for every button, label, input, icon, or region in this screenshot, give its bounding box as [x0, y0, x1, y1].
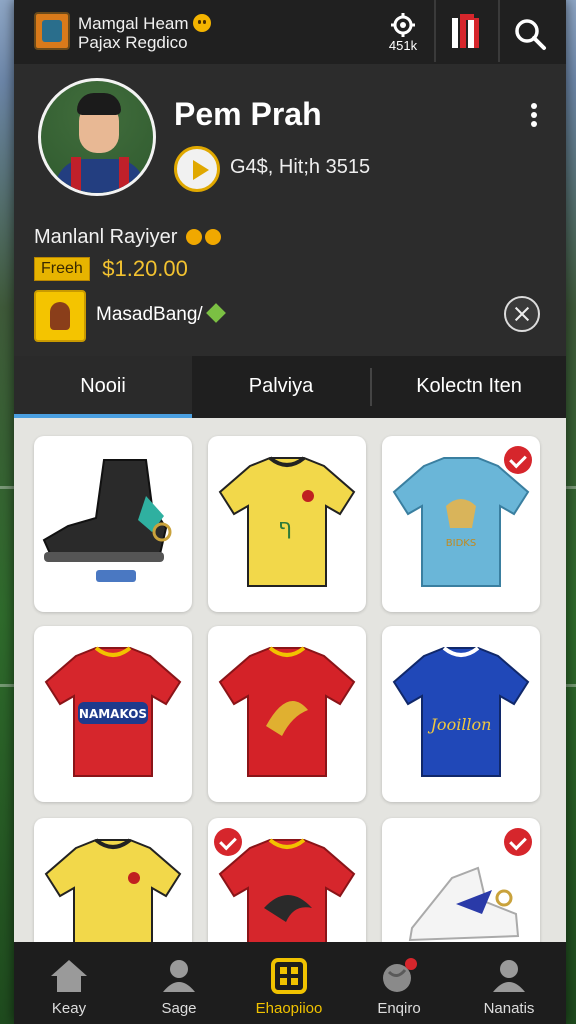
tab-bar: Nooii Palviya Kolectn Iten [14, 356, 566, 418]
more-options-button[interactable] [522, 100, 546, 132]
gear-icon [391, 13, 415, 37]
product-grid: ף BIDKS NAMAKOS Jooillon [14, 418, 566, 942]
grid-icon [271, 958, 307, 994]
app-window: Mamgal Heam Pajax Regdico 451k Pem Prah … [14, 0, 566, 1024]
profile-name: Pem Prah [174, 96, 322, 132]
jersey-icon [218, 646, 356, 777]
nav-label: Ehaopiioo [255, 1000, 323, 1017]
tab-nooii[interactable]: Nooii [14, 356, 192, 418]
play-text: G4$, Hit;h 3515 [230, 156, 371, 178]
bottom-navigation: Keay Sage Ehaopiioo Enqiro Nanatis [14, 942, 566, 1024]
jersey-icon: Jooillon [392, 646, 530, 777]
settings-count: 451k [388, 38, 418, 53]
nav-label: Nanatis [483, 1000, 535, 1017]
nav-label: Sage [161, 1000, 197, 1017]
team-label: MasadBang/ [96, 303, 226, 326]
nav-nanatis[interactable]: Nanatis [454, 942, 564, 1024]
nav-keay[interactable]: Keay [14, 942, 124, 1024]
player-subtitle: Manlanl Rayiyer [34, 226, 221, 249]
sparkle-icon [205, 303, 226, 323]
nav-sage[interactable]: Sage [124, 942, 234, 1024]
product-card-red-jersey-2[interactable] [208, 626, 366, 802]
product-card-red-jersey[interactable]: NAMAKOS [34, 626, 192, 802]
search-icon [515, 19, 546, 50]
product-card-yellow-jersey-2[interactable] [34, 818, 192, 942]
team-label-text: MasadBang/ [96, 304, 203, 325]
flag-icon [452, 14, 479, 48]
price-row: Freeh $1.20.00 [34, 256, 188, 282]
nav-label: Keay [51, 1000, 87, 1017]
price-badge: Freeh [34, 257, 90, 281]
brand-line-2: Pajax Regdico [78, 33, 188, 52]
jersey-icon [44, 838, 182, 942]
product-card-lightblue-jersey[interactable]: BIDKS [382, 436, 540, 612]
nav-enqiro[interactable]: Enqiro [344, 942, 454, 1024]
selected-check-icon[interactable] [214, 828, 242, 856]
avatar[interactable] [38, 78, 156, 196]
svg-text:ף: ף [278, 515, 292, 540]
jersey-text: BIDKS [446, 538, 476, 549]
search-button[interactable] [512, 16, 548, 52]
product-card-blue-jersey[interactable]: Jooillon [382, 626, 540, 802]
tab-kolectn-iten[interactable]: Kolectn Iten [372, 356, 566, 418]
top-bar: Mamgal Heam Pajax Regdico 451k [14, 0, 566, 64]
price-value: $1.20.00 [102, 256, 188, 281]
brand-line-1: Mamgal Heam [78, 14, 189, 33]
home-icon [51, 960, 87, 992]
jersey-icon: ף [218, 456, 356, 587]
close-button[interactable] [504, 296, 540, 332]
play-button[interactable] [174, 146, 220, 192]
brand-logo[interactable] [34, 12, 70, 50]
settings-button[interactable]: 451k [378, 12, 428, 56]
selected-check-icon[interactable] [504, 828, 532, 856]
team-crest-icon[interactable] [34, 290, 86, 342]
product-card-red-jersey-3[interactable] [208, 818, 366, 942]
product-card-boot[interactable] [34, 436, 192, 612]
jersey-text: NAMAKOS [79, 707, 147, 721]
emoji-icon [204, 229, 221, 245]
tab-palviya[interactable]: Palviya [192, 356, 370, 418]
nav-ehaopiioo[interactable]: Ehaopiioo [234, 942, 344, 1024]
user-icon [163, 960, 195, 992]
product-card-white-sneaker[interactable] [382, 818, 540, 942]
flag-button[interactable] [450, 14, 480, 50]
person-icon [493, 960, 525, 992]
globe-icon [383, 958, 417, 992]
jersey-icon: NAMAKOS [44, 646, 182, 777]
brand-text: Mamgal Heam Pajax Regdico [78, 14, 211, 52]
nav-label: Enqiro [377, 1000, 421, 1017]
jersey-text: Jooillon [428, 715, 492, 734]
subtitle-text: Manlanl Rayiyer [34, 226, 178, 248]
emoji-icon [185, 229, 202, 245]
boot-icon [42, 459, 172, 582]
selected-check-icon[interactable] [504, 446, 532, 474]
profile-section: Pem Prah G4$, Hit;h 3515 Manlanl Rayiyer… [14, 64, 566, 356]
product-card-yellow-jersey[interactable]: ף [208, 436, 366, 612]
emoji-face-icon [192, 14, 211, 32]
divider [498, 0, 500, 62]
divider [434, 0, 436, 62]
